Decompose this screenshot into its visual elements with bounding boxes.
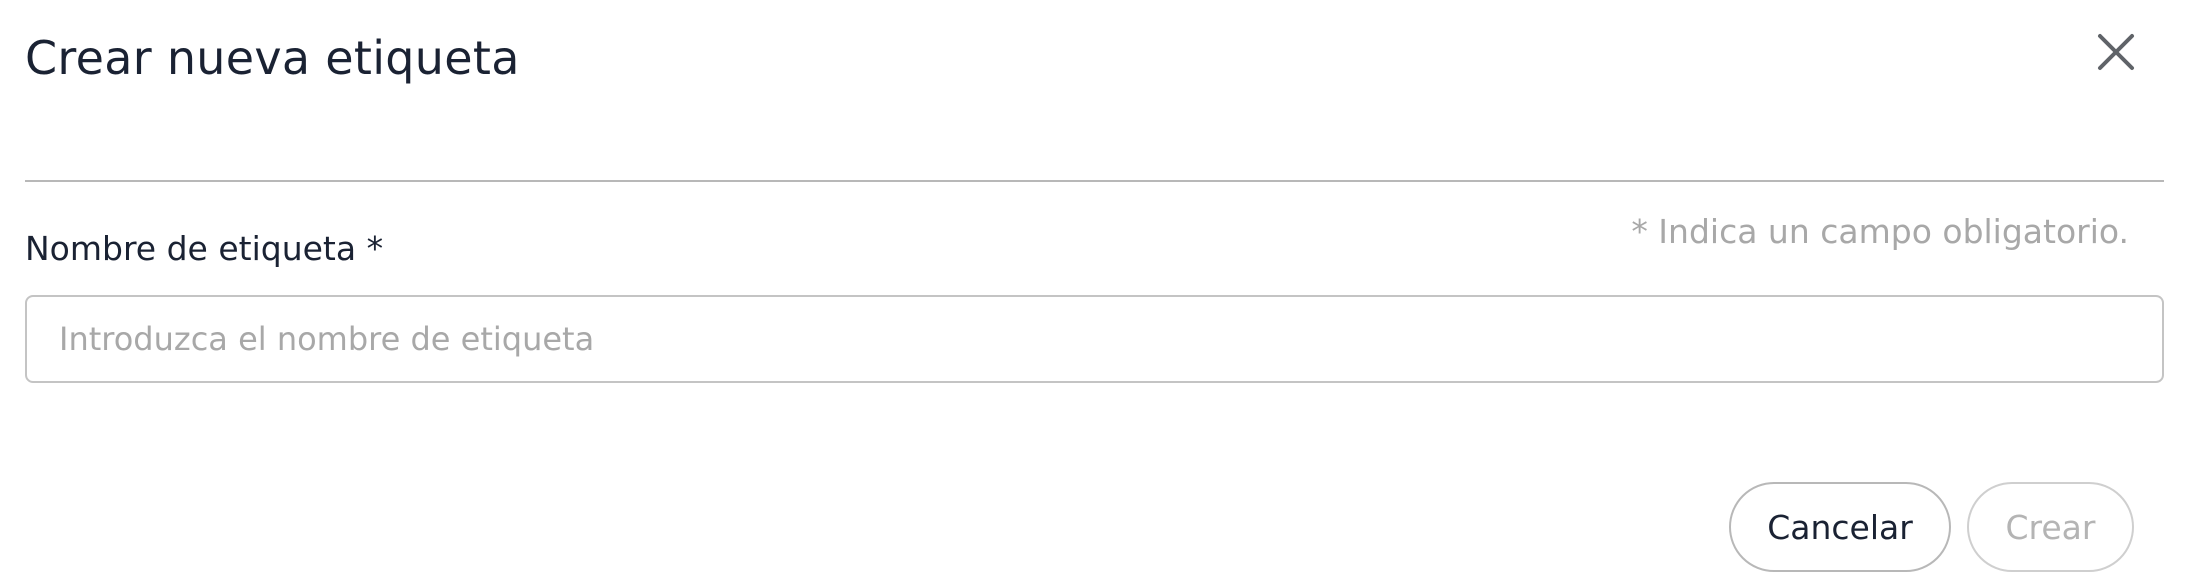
tag-name-input[interactable]	[25, 295, 2164, 383]
dialog-title: Crear nueva etiqueta	[25, 31, 520, 85]
required-field-note: * Indica un campo obligatorio.	[1631, 212, 2129, 251]
create-button[interactable]: Crear	[1967, 482, 2134, 572]
cancel-button[interactable]: Cancelar	[1729, 482, 1951, 572]
close-button[interactable]	[2094, 30, 2138, 74]
header-divider	[25, 180, 2164, 182]
tag-name-label: Nombre de etiqueta *	[25, 229, 384, 268]
create-tag-dialog: Crear nueva etiqueta * Indica un campo o…	[0, 0, 2189, 583]
close-icon	[2098, 34, 2134, 70]
